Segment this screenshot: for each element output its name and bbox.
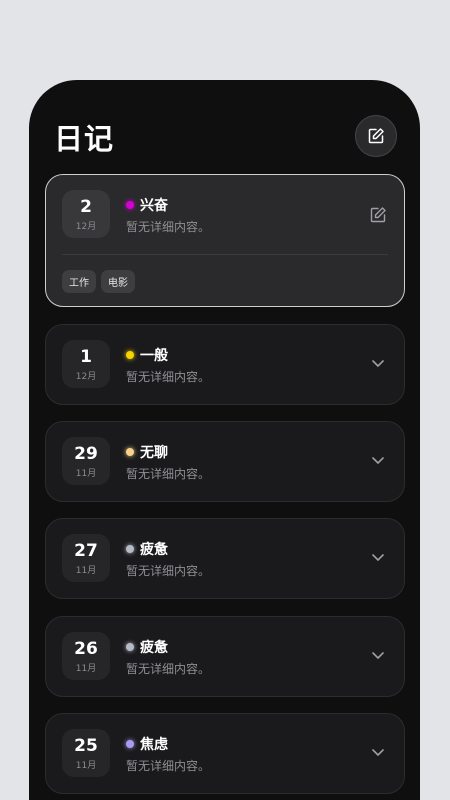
mood-dot <box>126 351 134 359</box>
date-day: 26 <box>74 639 98 659</box>
date-badge: 1 12月 <box>62 340 110 388</box>
mood-dot <box>126 643 134 651</box>
mood-label: 疲惫 <box>140 640 168 656</box>
entry-preview: 暂无详细内容。 <box>126 220 211 234</box>
mood-label: 一般 <box>140 348 168 364</box>
date-month: 11月 <box>75 566 97 576</box>
edit-square-icon <box>368 128 384 144</box>
entry-preview: 暂无详细内容。 <box>126 662 211 676</box>
mood-dot <box>126 740 134 748</box>
date-day: 25 <box>74 736 98 756</box>
date-badge: 2 12月 <box>62 190 110 238</box>
diary-entry-card[interactable]: 2 12月 兴奋 暂无详细内容。 工作 电影 <box>45 174 405 307</box>
date-day: 1 <box>80 347 92 367</box>
tag-chip[interactable]: 工作 <box>62 270 96 293</box>
tag-chip[interactable]: 电影 <box>101 270 135 293</box>
date-month: 11月 <box>75 761 97 771</box>
diary-entry-card[interactable]: 27 11月 疲惫 暂无详细内容。 <box>45 518 405 599</box>
date-day: 2 <box>80 197 92 217</box>
date-month: 12月 <box>75 372 97 382</box>
new-entry-button[interactable] <box>355 115 397 157</box>
entry-preview: 暂无详细内容。 <box>126 564 211 578</box>
diary-entry-card[interactable]: 26 11月 疲惫 暂无详细内容。 <box>45 616 405 697</box>
date-badge: 25 11月 <box>62 729 110 777</box>
mood-label: 焦虑 <box>140 737 168 753</box>
mood-dot <box>126 545 134 553</box>
mood-label: 兴奋 <box>140 198 168 214</box>
diary-entry-card[interactable]: 25 11月 焦虑 暂无详细内容。 <box>45 713 405 794</box>
mood-label: 疲惫 <box>140 542 168 558</box>
date-month: 11月 <box>75 469 97 479</box>
date-badge: 26 11月 <box>62 632 110 680</box>
chevron-down-icon[interactable] <box>370 452 386 468</box>
chevron-down-icon[interactable] <box>370 549 386 565</box>
chevron-down-icon[interactable] <box>370 355 386 371</box>
entry-preview: 暂无详细内容。 <box>126 370 211 384</box>
mood-dot <box>126 201 134 209</box>
date-month: 12月 <box>75 222 97 232</box>
date-badge: 29 11月 <box>62 437 110 485</box>
date-month: 11月 <box>75 664 97 674</box>
date-badge: 27 11月 <box>62 534 110 582</box>
entry-preview: 暂无详细内容。 <box>126 467 211 481</box>
diary-entry-card[interactable]: 1 12月 一般 暂无详细内容。 <box>45 324 405 405</box>
mood-label: 无聊 <box>140 445 168 461</box>
card-divider <box>62 254 388 255</box>
diary-entry-card[interactable]: 29 11月 无聊 暂无详细内容。 <box>45 421 405 502</box>
edit-square-icon[interactable] <box>369 206 387 224</box>
date-day: 27 <box>74 541 98 561</box>
mood-dot <box>126 448 134 456</box>
chevron-down-icon[interactable] <box>370 647 386 663</box>
page-title: 日记 <box>54 122 115 156</box>
date-day: 29 <box>74 444 98 464</box>
chevron-down-icon[interactable] <box>370 744 386 760</box>
tag-list: 工作 电影 <box>62 270 135 293</box>
entry-preview: 暂无详细内容。 <box>126 759 211 773</box>
